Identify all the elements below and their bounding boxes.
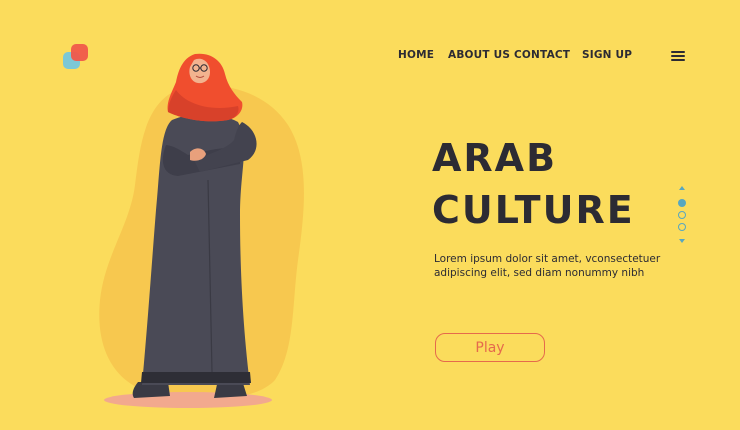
menu-line [671,51,685,53]
hero-title-line-2: CULTURE [432,188,635,232]
logo-square-red [71,44,88,61]
nav-home[interactable]: HOME [398,49,434,61]
triangle-up-icon[interactable] [679,186,685,190]
hero-title: ARAB CULTURE [432,132,635,236]
abaya-hem [141,372,251,383]
floor-shadow [104,392,272,408]
woman-illustration [99,53,304,408]
play-button[interactable]: Play [435,333,545,362]
menu-line [671,55,685,57]
hero-title-line-1: ARAB [432,136,558,180]
pager-dot[interactable] [678,211,686,219]
hamburger-menu-icon[interactable] [671,51,685,61]
hero-description: Lorem ipsum dolor sit amet, vconsectetue… [434,253,661,279]
pager-dot[interactable] [678,223,686,231]
menu-line [671,59,685,61]
triangle-down-icon[interactable] [679,239,685,243]
vertical-pagination [677,186,687,244]
nav-contact[interactable]: CONTACT [514,49,570,61]
nav-about-us[interactable]: ABOUT US [448,49,510,61]
nav-sign-up[interactable]: SIGN UP [582,49,632,61]
pager-dot-active[interactable] [678,199,686,207]
logo[interactable] [63,44,91,72]
